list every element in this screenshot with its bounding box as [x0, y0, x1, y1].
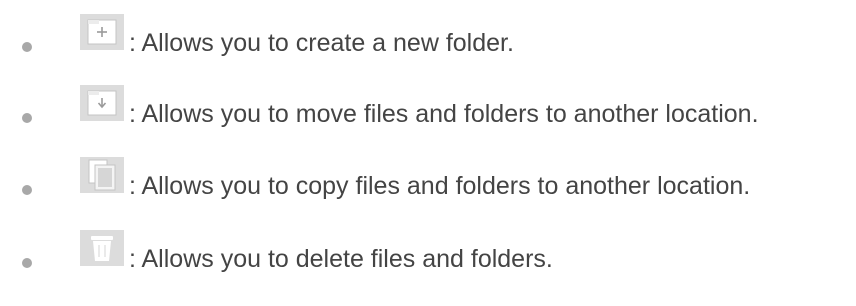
bullet: [22, 258, 32, 268]
bullet: [22, 185, 32, 195]
item-description: : Allows you to create a new folder.: [129, 29, 514, 57]
trash-icon: [80, 230, 124, 266]
new-folder-icon: [80, 14, 124, 50]
item-description: : Allows you to delete files and folders…: [129, 245, 553, 273]
list-item: : Allows you to delete files and folders…: [0, 230, 856, 278]
item-description: : Allows you to copy files and folders t…: [129, 172, 751, 200]
list-item: : Allows you to move files and folders t…: [0, 85, 856, 133]
move-folder-icon: [80, 85, 124, 121]
copy-icon: [80, 157, 124, 193]
item-description: : Allows you to move files and folders t…: [129, 100, 759, 128]
list-item: : Allows you to copy files and folders t…: [0, 157, 856, 205]
bullet: [22, 42, 32, 52]
bullet: [22, 113, 32, 123]
feature-list: : Allows you to create a new folder. : A…: [0, 0, 856, 306]
list-item: : Allows you to create a new folder.: [0, 14, 856, 62]
